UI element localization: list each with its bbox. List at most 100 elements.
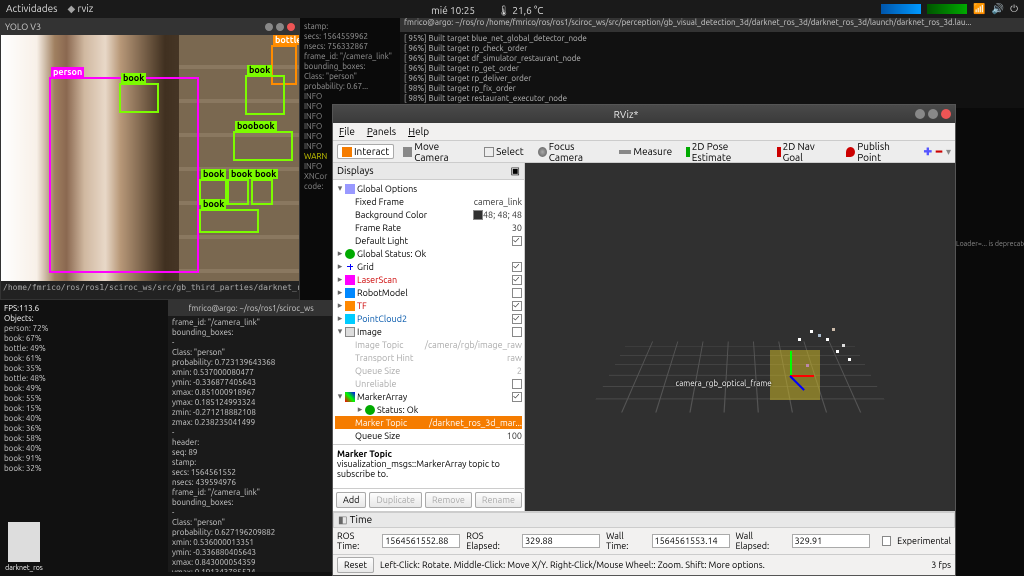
focus-icon (538, 147, 547, 157)
checkbox[interactable] (512, 379, 522, 389)
close-icon[interactable] (941, 109, 951, 119)
checkbox[interactable] (512, 392, 522, 402)
prop-default-light[interactable]: Default Light (355, 236, 512, 246)
close-icon[interactable] (287, 23, 295, 31)
terminal-bbox-echo[interactable]: fmrico@argo: ~/ros/ros1/sciroc_ws frame_… (168, 300, 334, 572)
menu-file[interactable]: File (339, 126, 355, 137)
tool-interact[interactable]: Interact (337, 144, 394, 159)
measure-icon (619, 150, 631, 154)
terminal-line: ymax: 0.185124993324 (172, 398, 330, 408)
tool-move-camera[interactable]: Move Camera (398, 139, 475, 165)
status-icons[interactable]: 📶 🔊 ⏻ (881, 3, 1018, 15)
ros-time-field[interactable] (382, 534, 460, 548)
add-button[interactable]: Add (336, 492, 366, 508)
checkbox[interactable] (512, 288, 522, 298)
markerarray-icon (345, 392, 355, 402)
yolo-title-text: YOLO V3 (5, 22, 41, 32)
panel-collapse-icon[interactable]: ▣ (511, 165, 520, 177)
experimental-checkbox[interactable] (882, 536, 892, 546)
tool-publish-point[interactable]: Publish Point (841, 139, 915, 165)
tool-2d-nav-goal[interactable]: 2D Nav Goal (772, 139, 837, 165)
prop-image-topic[interactable]: Image Topic (355, 340, 425, 350)
checkbox[interactable] (512, 275, 522, 285)
desktop-icon[interactable]: darknet_ros (4, 522, 44, 572)
remove-display-icon[interactable]: ━ (936, 146, 942, 158)
status-hint: Left-Click: Rotate. Middle-Click: Move X… (380, 560, 925, 570)
reset-button[interactable]: Reset (337, 557, 374, 573)
tool-measure[interactable]: Measure (614, 144, 677, 159)
minimize-icon[interactable] (915, 109, 925, 119)
prop-unreliable[interactable]: Unreliable (355, 379, 512, 389)
rviz-3d-view[interactable]: camera_rgb_optical_frame (525, 163, 955, 511)
prop-queue-size[interactable]: Queue Size (355, 366, 517, 376)
maximize-icon[interactable] (276, 23, 284, 31)
terminal-right[interactable]: Loader=... is deprecated, as (954, 108, 1024, 576)
terminal-line: [ 96%] Built target rp_get_order (404, 64, 1020, 74)
prop-background-color[interactable]: Background Color (355, 210, 473, 220)
tool-focus-camera[interactable]: Focus Camera (533, 139, 611, 165)
menu-panels[interactable]: Panels (367, 126, 396, 137)
tree-global-options[interactable]: Global Options (357, 184, 522, 194)
checkbox[interactable] (512, 301, 522, 311)
terminal-line: header: (172, 438, 330, 448)
clock[interactable]: mié 10:25 (431, 5, 475, 16)
wall-time-field[interactable] (652, 534, 730, 548)
terminal-line: xmax: 0.851000918967 (172, 388, 330, 398)
tree-robotmodel[interactable]: RobotModel (357, 288, 512, 298)
menu-help[interactable]: Help (408, 126, 429, 137)
maximize-icon[interactable] (928, 109, 938, 119)
bbox-book: book (199, 209, 259, 233)
tree-laserscan[interactable]: LaserScan (357, 275, 512, 285)
yolo-titlebar[interactable]: YOLO V3 (1, 19, 299, 35)
network-icon: 📶 (973, 3, 985, 15)
checkbox[interactable] (512, 314, 522, 324)
cpu-graph-icon (881, 4, 921, 14)
tool-2d-pose-estimate[interactable]: 2D Pose Estimate (681, 139, 768, 165)
ros-elapsed-field[interactable] (522, 534, 600, 548)
displays-panel-title[interactable]: Displays ▣ (333, 163, 524, 180)
yolo-window[interactable]: YOLO V3 person bottle book book boobook … (0, 18, 300, 300)
terminal-build[interactable]: fmrico@argo: ~/ros/ro /home/fmrico/ros/r… (400, 18, 1024, 108)
color-swatch (473, 210, 483, 220)
tree-image[interactable]: Image (357, 327, 512, 337)
checkbox[interactable] (512, 327, 522, 337)
prop-transport-hint[interactable]: Transport Hint (355, 353, 507, 363)
prop-fixed-frame[interactable]: Fixed Frame (355, 197, 474, 207)
tree-tf[interactable]: TF (357, 301, 512, 311)
minimize-icon[interactable] (265, 23, 273, 31)
prop-queue-size[interactable]: Queue Size (355, 431, 507, 441)
terminal-line: - (172, 508, 330, 518)
ros-elapsed-label: ROS Elapsed: (466, 531, 516, 551)
checkbox[interactable] (512, 262, 522, 272)
terminal-line: bounding_boxes: (172, 328, 330, 338)
bbox-book: book (227, 179, 249, 205)
rviz-titlebar[interactable]: RViz* (333, 105, 955, 123)
prop-marker-topic[interactable]: Marker Topic (355, 418, 429, 428)
bbox-book: book (119, 83, 159, 113)
rviz-window[interactable]: RViz* File Panels Help Interact Move Cam… (332, 104, 956, 576)
globe-icon (345, 184, 355, 194)
power-icon: ⏻ (1010, 3, 1018, 15)
tree-status-ok[interactable]: Status: Ok (377, 405, 522, 415)
tree-grid[interactable]: Grid (357, 262, 512, 272)
marker-3d (740, 320, 860, 410)
tool-select[interactable]: Select (479, 144, 528, 159)
terminal-line: - (172, 428, 330, 438)
tree-markerarray[interactable]: MarkerArray (357, 392, 512, 402)
time-panel-title[interactable]: ◧ Time (333, 512, 955, 528)
displays-tree[interactable]: ▾Global Options Fixed Framecamera_link B… (333, 180, 524, 444)
frame-label-3d: camera_rgb_optical_frame (676, 379, 772, 388)
activities-button[interactable]: Actividades (6, 3, 58, 15)
robotmodel-icon (345, 288, 355, 298)
tree-global-status[interactable]: Global Status: Ok (357, 249, 522, 259)
checkbox[interactable] (512, 236, 522, 246)
tree-pointcloud2[interactable]: PointCloud2 (357, 314, 512, 324)
add-display-icon[interactable]: ✚ (924, 146, 932, 158)
remove-button: Remove (425, 492, 472, 508)
prop-frame-rate[interactable]: Frame Rate (355, 223, 512, 233)
wall-elapsed-field[interactable] (792, 534, 870, 548)
desc-title: Marker Topic (337, 449, 392, 459)
desktop-icon-label: darknet_ros (5, 564, 43, 572)
active-app-indicator[interactable]: ◆ rviz (68, 3, 94, 15)
toolbar-chevron-icon[interactable]: ▾ (946, 146, 951, 158)
